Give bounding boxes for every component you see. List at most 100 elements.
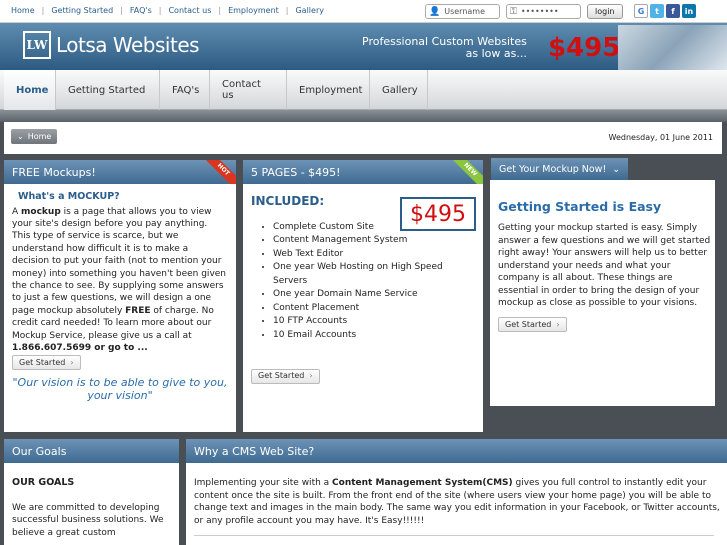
hot-ribbon: HOT [201, 160, 236, 184]
list-item: Content Placement [273, 302, 475, 316]
top-link-getting-started[interactable]: Getting Started [51, 6, 113, 15]
nav-home[interactable]: Home [4, 70, 56, 110]
logo-mark: LW [23, 31, 51, 59]
mockup-description: A mockup is a page that allows you to vi… [12, 206, 228, 355]
get-started-button[interactable]: Get Started › [251, 369, 320, 384]
login-form: 👤 Username ⚿ •••••••• login [425, 4, 623, 19]
breadcrumb[interactable]: ⌄ Home [11, 129, 58, 144]
price-box: $495 [400, 197, 476, 231]
panel-title: FREE Mockups! HOT [4, 160, 236, 184]
five-pages-title: 5 PAGES - $495! [251, 165, 341, 179]
chevron-right-icon: › [70, 357, 74, 367]
separator: | [285, 6, 289, 15]
top-link-employment[interactable]: Employment [228, 6, 279, 15]
top-link-gallery[interactable]: Gallery [295, 6, 324, 15]
list-item: Web Text Editor [273, 248, 475, 262]
promo-price: $495 [548, 33, 621, 63]
social-icons: G t f in [634, 4, 698, 18]
text: A [12, 206, 22, 217]
banner-photo-collage [618, 25, 727, 70]
chevron-right-icon: › [556, 319, 560, 329]
logo-text: Lotsa Websites [56, 33, 200, 57]
cms-text: Implementing your site with a Content Ma… [194, 477, 723, 527]
panel-title: Our Goals [4, 439, 179, 463]
text-bold: mockup [21, 206, 61, 217]
nav-getting-started[interactable]: Getting Started [56, 70, 160, 110]
header-banner: LW Lotsa Websites Professional Custom We… [0, 23, 727, 70]
panel-title: Why a CMS Web Site? [186, 439, 727, 463]
top-link-home[interactable]: Home [11, 6, 35, 15]
free-mockups-panel: FREE Mockups! HOT What's a MOCKUP? A moc… [4, 160, 236, 432]
top-link-contact[interactable]: Contact us [168, 6, 211, 15]
promo-text: Professional Custom Websites as low as..… [362, 36, 527, 60]
why-cms-panel: Why a CMS Web Site? Implementing your si… [186, 439, 727, 545]
user-icon: 👤 [429, 6, 441, 17]
button-label: Get Started [258, 371, 305, 381]
main-nav: Home Getting Started FAQ's Contact us Em… [0, 70, 727, 110]
goals-body: OUR GOALS We are committed to developing… [4, 463, 179, 543]
list-item: 10 FTP Accounts [273, 315, 475, 329]
chevron-down-icon: ⌄ [612, 163, 621, 175]
divider [194, 535, 714, 536]
linkedin-icon[interactable]: in [682, 4, 696, 18]
getting-started-heading: Getting Started is Easy [498, 199, 662, 214]
key-icon: ⚿ [510, 6, 517, 17]
list-item: 10 Email Accounts [273, 329, 475, 343]
nav-contact-us[interactable]: Contact us [210, 70, 287, 110]
nav-shadow-bar [0, 110, 727, 122]
password-input[interactable]: ⚿ •••••••• [506, 4, 581, 19]
goals-text: We are committed to developing successfu… [12, 502, 164, 538]
nav-faqs[interactable]: FAQ's [160, 70, 210, 110]
get-mockup-body: Getting Started is Easy Getting your moc… [498, 199, 712, 332]
getting-started-text: Getting your mockup started is easy. Sim… [498, 223, 711, 308]
mockup-heading: What's a MOCKUP? [18, 191, 120, 202]
chevron-right-icon: › [309, 371, 313, 381]
twitter-icon[interactable]: t [650, 4, 664, 18]
text: Implementing your site with a [194, 478, 333, 488]
breadcrumb-row: ⌄ Home Wednesday, 01 June 2011 [4, 122, 722, 154]
breadcrumb-home: Home [27, 132, 52, 141]
free-mockups-title: FREE Mockups! [12, 165, 96, 179]
username-placeholder: Username [444, 7, 485, 16]
separator: | [218, 6, 222, 15]
separator: | [120, 6, 123, 15]
text-bold: FREE [125, 305, 151, 316]
chevron-down-icon: ⌄ [17, 132, 24, 141]
facebook-icon[interactable]: f [666, 4, 680, 18]
cms-body: Implementing your site with a Content Ma… [186, 463, 727, 540]
get-mockup-panel: Get Your Mockup Now! ⌄ Getting Started is… [490, 158, 715, 406]
button-label: Get Started [505, 319, 552, 329]
button-label: Get Started [19, 357, 66, 367]
top-links: Home | Getting Started | FAQ's | Contact us… [11, 6, 324, 15]
mockups-body: What's a MOCKUP? A mockup is a page that… [4, 184, 236, 406]
separator: | [158, 6, 162, 15]
text: is a page that allows you to view your s… [12, 206, 227, 316]
username-input[interactable]: 👤 Username [425, 4, 500, 19]
our-goals-title: Our Goals [12, 444, 67, 458]
current-date: Wednesday, 01 June 2011 [608, 133, 713, 142]
phone-number: 1.866.607.5699 or go to ... [12, 342, 148, 353]
goals-heading: OUR GOALS [12, 477, 75, 488]
nav-employment[interactable]: Employment [287, 70, 370, 110]
site-logo[interactable]: LW Lotsa Websites [23, 31, 200, 59]
login-button[interactable]: login [587, 4, 623, 19]
nav-gallery[interactable]: Gallery [370, 70, 428, 110]
tab-label: Get Your Mockup Now! [499, 163, 607, 175]
get-started-button[interactable]: Get Started › [12, 355, 81, 371]
tab-get-your-mockup[interactable]: Get Your Mockup Now! ⌄ [491, 158, 629, 180]
google-icon[interactable]: G [634, 4, 648, 18]
list-item: One year Web Hosting on High Speed Serve… [273, 261, 475, 288]
promo-line-2: as low as... [465, 47, 527, 60]
vision-quote: "Our vision is to be able to give to you… [12, 376, 228, 403]
our-goals-panel: Our Goals OUR GOALS We are committed to … [4, 439, 179, 545]
get-started-button[interactable]: Get Started › [498, 316, 567, 332]
top-link-faqs[interactable]: FAQ's [130, 6, 152, 15]
why-cms-title: Why a CMS Web Site? [194, 444, 315, 458]
password-value: •••••••• [520, 7, 559, 16]
separator: | [41, 6, 45, 15]
top-bar: Home | Getting Started | FAQ's | Contact us… [0, 0, 727, 23]
list-item: One year Domain Name Service [273, 288, 475, 302]
text-bold: Content Management System(CMS) [332, 478, 513, 488]
list-item: Content Management System [273, 234, 475, 248]
panel-title: 5 PAGES - $495! NEW [243, 160, 483, 184]
